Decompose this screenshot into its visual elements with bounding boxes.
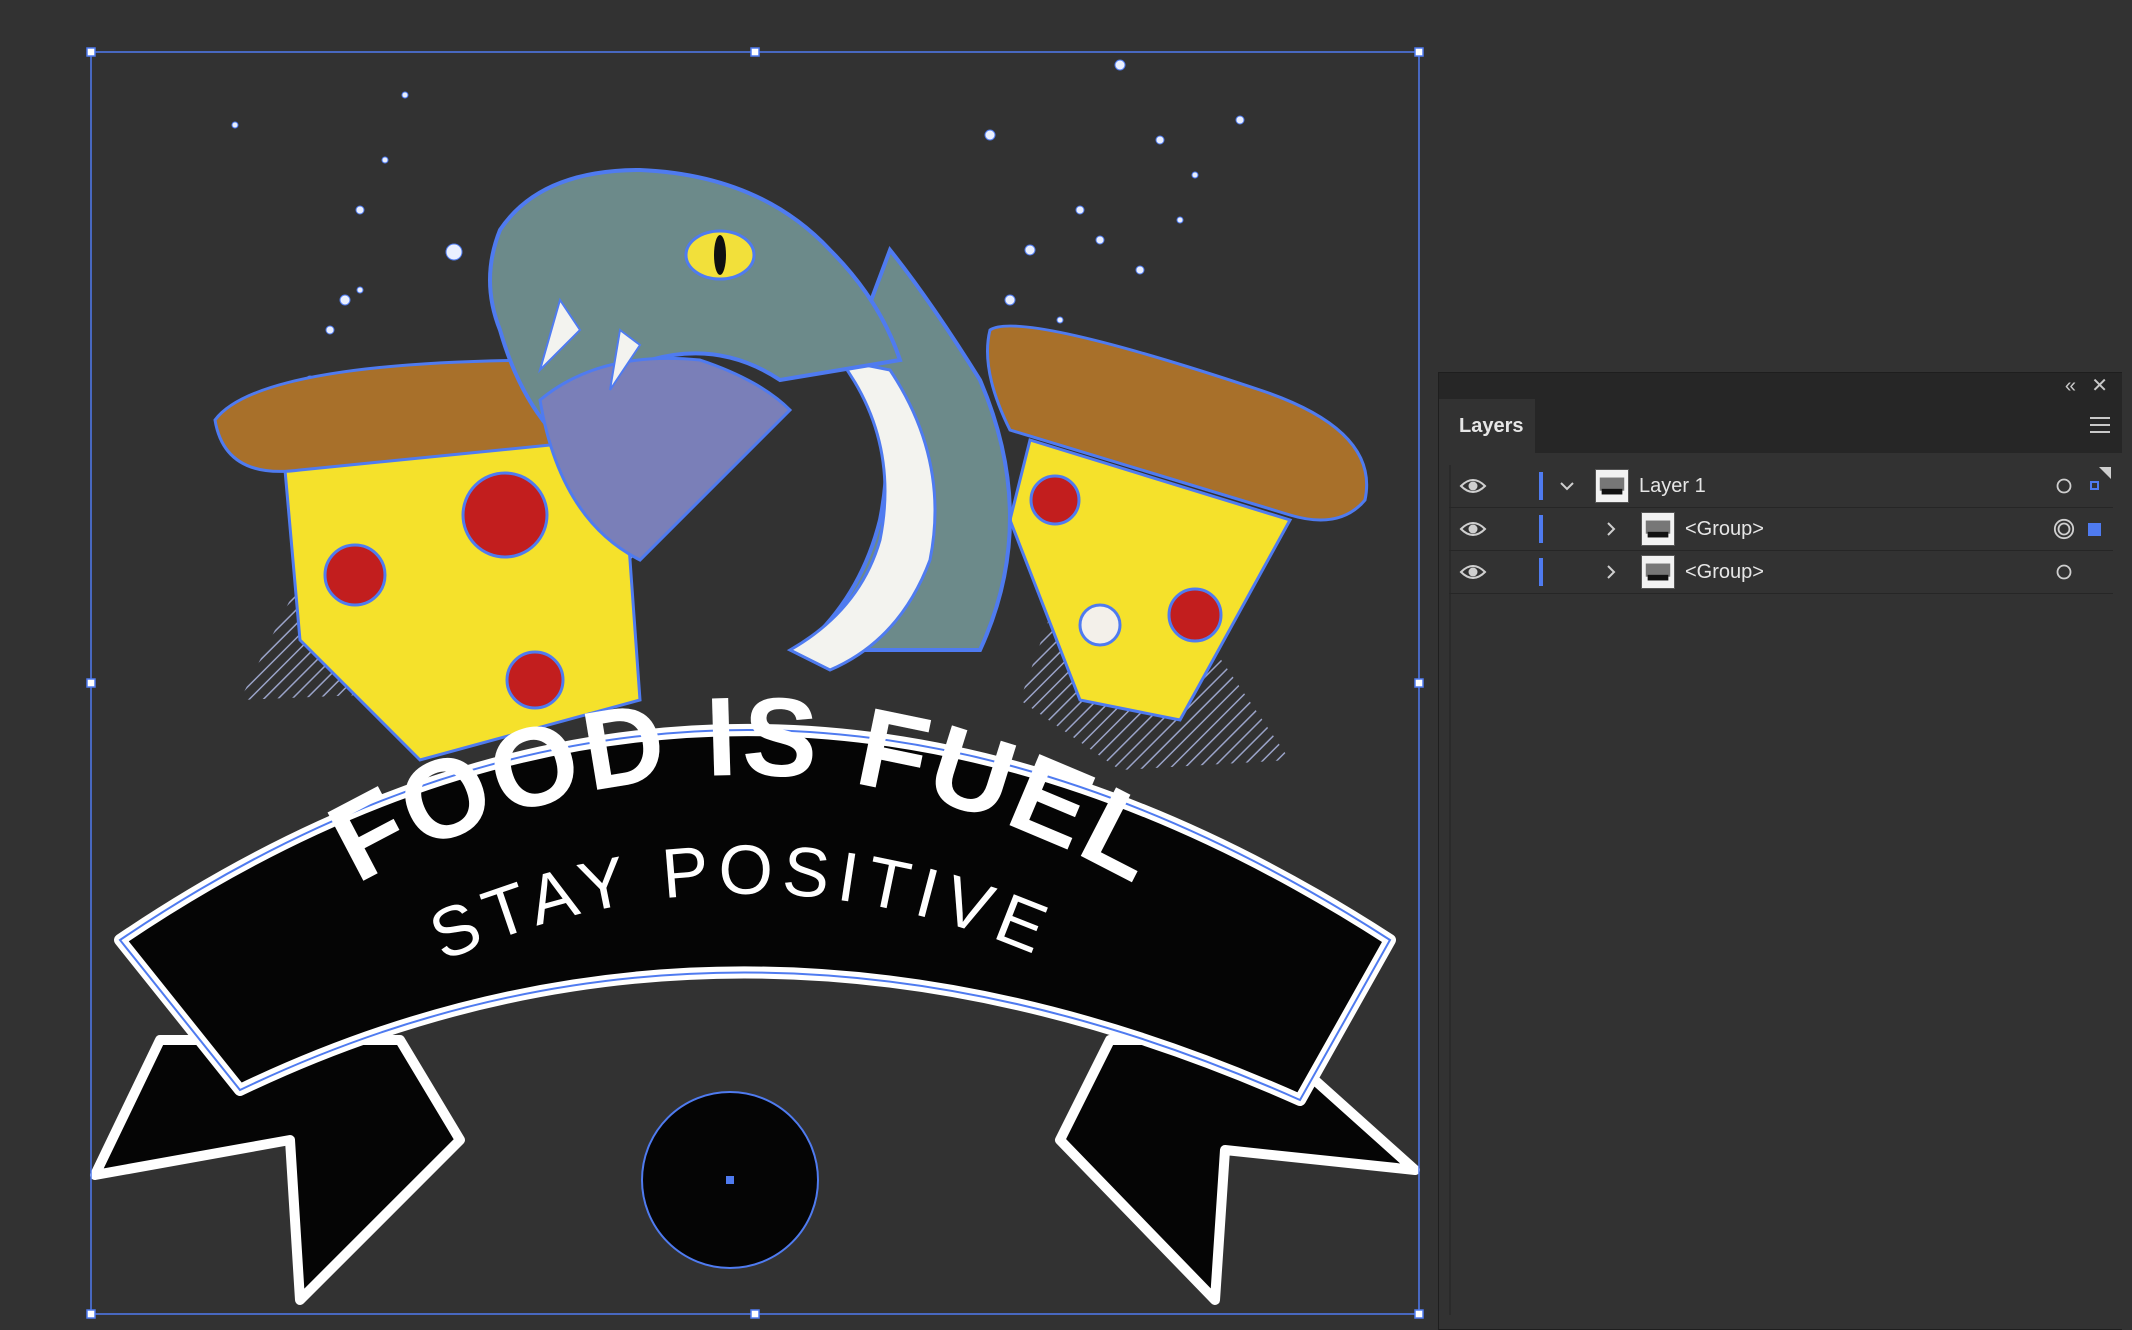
layer-thumbnail bbox=[1595, 469, 1629, 503]
panel-tab-bar: Layers bbox=[1439, 399, 2122, 453]
layer-color-bar bbox=[1539, 558, 1543, 586]
artwork-group[interactable]: FOOD IS FUEL STAY POSITIVE bbox=[90, 59, 1420, 1305]
target-circle-icon[interactable] bbox=[2055, 477, 2073, 495]
target-circle-icon[interactable] bbox=[2055, 563, 2073, 581]
handle-middle-left bbox=[86, 678, 96, 688]
layer-name[interactable]: <Group> bbox=[1685, 508, 1764, 550]
layer-row-group[interactable]: <Group> bbox=[1449, 551, 2113, 594]
target-ring-icon[interactable] bbox=[2053, 518, 2075, 540]
layer-list: Layer 1 <Group> <Group> bbox=[1449, 465, 2113, 594]
panel-title-bar: « ✕ bbox=[1439, 373, 2122, 399]
handle-bottom-center bbox=[750, 1309, 760, 1319]
handle-middle-right bbox=[1414, 678, 1424, 688]
circle-object[interactable] bbox=[641, 1091, 819, 1269]
layer-row-layer-1[interactable]: Layer 1 bbox=[1449, 465, 2113, 508]
layer-color-bar bbox=[1539, 472, 1543, 500]
double-chevron-left-icon[interactable]: « bbox=[2065, 375, 2076, 397]
layers-panel: « ✕ Layers Layer 1 <Group> <Group> bbox=[1438, 372, 2122, 1330]
handle-top-center bbox=[750, 47, 760, 57]
layer-name[interactable]: Layer 1 bbox=[1639, 465, 1706, 507]
current-layer-corner-icon bbox=[2099, 467, 2111, 479]
selection-indicator-icon[interactable] bbox=[2088, 523, 2101, 536]
layer-row-group[interactable]: <Group> bbox=[1449, 508, 2113, 551]
handle-bottom-left bbox=[86, 1309, 96, 1319]
group-thumbnail bbox=[1641, 555, 1675, 589]
hamburger-menu-icon[interactable] bbox=[2090, 417, 2110, 433]
handle-bottom-right bbox=[1414, 1309, 1424, 1319]
layer-color-bar bbox=[1539, 515, 1543, 543]
artboard-canvas[interactable]: FOOD IS FUEL STAY POSITIVE bbox=[0, 0, 1435, 1330]
layer-name[interactable]: <Group> bbox=[1685, 551, 1764, 593]
handle-top-right bbox=[1414, 47, 1424, 57]
handle-top-left bbox=[86, 47, 96, 57]
group-thumbnail bbox=[1641, 512, 1675, 546]
chevron-down-icon[interactable] bbox=[1557, 475, 1577, 497]
eye-icon[interactable] bbox=[1459, 562, 1487, 582]
tab-layers[interactable]: Layers bbox=[1439, 399, 1535, 453]
chevron-right-icon[interactable] bbox=[1601, 518, 1621, 540]
selection-indicator-icon[interactable] bbox=[2090, 481, 2099, 490]
eye-icon[interactable] bbox=[1459, 476, 1487, 496]
close-icon[interactable]: ✕ bbox=[2091, 375, 2108, 397]
chevron-right-icon[interactable] bbox=[1601, 561, 1621, 583]
eye-icon[interactable] bbox=[1459, 519, 1487, 539]
